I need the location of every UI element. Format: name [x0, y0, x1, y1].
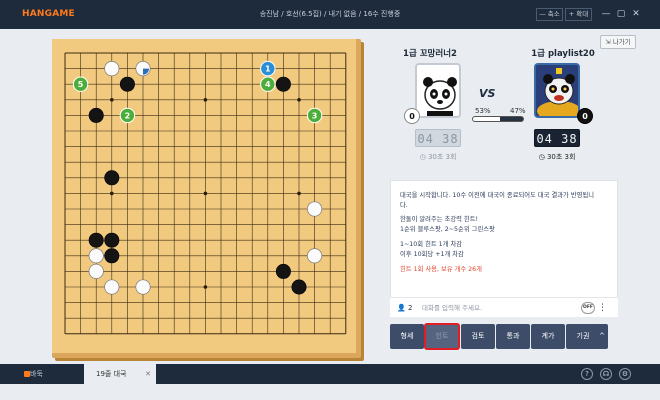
clock-icon: ◷ — [419, 153, 428, 161]
chat-user-count: 👤 2 — [397, 304, 412, 312]
review-button[interactable]: 검토 — [461, 324, 495, 349]
player-right-byoyomi: ◷ 30초 3회 — [527, 152, 587, 162]
star-point — [110, 98, 114, 102]
player-left-avatar[interactable] — [415, 63, 461, 118]
vs-label: VS — [479, 87, 496, 100]
hint-marker-label: 3 — [312, 111, 318, 120]
panda-avatar-icon — [423, 77, 457, 116]
hint-marker-label: 1 — [265, 65, 271, 74]
tab-lobby[interactable]: 바둑 — [20, 364, 80, 384]
black-stone — [104, 170, 120, 186]
go-board[interactable]: 1 2 3 4 5 — [52, 39, 356, 353]
player-left-byoyomi: ◷ 30초 3회 — [408, 152, 468, 162]
black-stone — [88, 232, 104, 248]
expand-button[interactable]: + 확대 — [565, 8, 592, 21]
clock-icon: ◷ — [538, 153, 547, 161]
player-right-name: 1급 playlist20 — [531, 49, 595, 59]
chat-message: 1~10회 힌트 1개 차감 — [400, 241, 463, 248]
black-stone — [88, 107, 104, 123]
white-stone — [307, 201, 323, 217]
tab-game-label: 19줄 대국 — [96, 370, 127, 378]
black-stone — [275, 263, 291, 279]
player-right-timer: 04 38 — [534, 129, 580, 147]
headset-icon[interactable]: ☊ — [600, 368, 612, 380]
star-point — [203, 98, 208, 102]
chat-off-toggle[interactable]: OFF — [581, 302, 595, 314]
chat-message: 이후 10회당 +1개 차감 — [400, 251, 464, 258]
chat-message: 다. — [400, 202, 408, 209]
hint-button[interactable]: 힌트 — [424, 323, 460, 350]
chat-input-row: 👤 2 OFF ⋮ — [390, 297, 618, 317]
chat-message: 1순위 블루스팟, 2~5순위 그린스팟 — [400, 226, 495, 233]
minimize-icon[interactable]: — — [599, 7, 613, 21]
judge-button[interactable]: 형세 — [390, 324, 424, 349]
win-rate-bar — [472, 116, 524, 122]
more-options-icon[interactable]: ⋮ — [598, 301, 607, 315]
black-stone — [119, 76, 135, 92]
tab-close-icon[interactable]: ✕ — [145, 364, 151, 384]
help-icon[interactable]: ? — [581, 368, 593, 380]
panda-gold-avatar-icon — [536, 65, 578, 116]
star-point — [203, 191, 208, 196]
player-left-stone: 0 — [404, 108, 420, 124]
user-count-value: 2 — [407, 304, 413, 312]
win-rate-right: 47% — [510, 107, 526, 115]
white-stone — [104, 279, 120, 295]
user-icon: 👤 — [397, 304, 408, 312]
tab-game[interactable]: 19줄 대국 ✕ — [84, 364, 156, 384]
white-stone — [307, 248, 323, 264]
chat-input[interactable] — [422, 301, 562, 315]
chat-message-hint: 힌트 1회 사용, 보유 개수 26개 — [400, 266, 482, 273]
player-left-name: 1급 꼬망러너2 — [403, 49, 457, 59]
win-rate-left: 53% — [475, 107, 491, 115]
chat-message: 대국을 시작합니다. 10수 이전에 대국이 종료되어도 대국 결과가 반영됩니 — [400, 192, 595, 199]
hint-marker-label: 2 — [125, 111, 131, 120]
maximize-icon[interactable]: ▢ — [614, 7, 628, 21]
player-right-avatar[interactable] — [534, 63, 580, 118]
title-bar: HANGAME 송진남 / 호선(6.5집) / 내기 없음 / 16수 진행중… — [0, 0, 660, 29]
black-stone — [291, 279, 307, 295]
chat-message: 한돌이 알려주는 초강력 힌트! — [400, 216, 479, 223]
count-button[interactable]: 계가 — [531, 324, 565, 349]
shrink-button[interactable]: — 축소 — [536, 8, 563, 21]
hint-marker-label: 5 — [78, 80, 84, 89]
board-grid[interactable]: 1 2 3 4 5 — [52, 39, 356, 353]
white-stone — [88, 263, 104, 279]
player-right-stone: 0 — [577, 108, 593, 124]
go-board-frame: 1 2 3 4 5 — [52, 39, 361, 358]
leave-label: 나가기 — [612, 38, 631, 46]
pass-button[interactable]: 통과 — [496, 324, 530, 349]
gear-icon[interactable]: ⚙ — [619, 368, 631, 380]
byoyomi-left-label: 30초 3회 — [427, 153, 457, 161]
hint-marker-label: 4 — [265, 80, 271, 89]
star-point — [297, 98, 301, 102]
resign-button[interactable]: 기권 — [566, 324, 600, 349]
star-point — [110, 191, 114, 196]
black-stone — [275, 76, 291, 92]
expand-actions-button[interactable]: ^ — [596, 324, 608, 349]
close-icon[interactable]: ✕ — [629, 7, 643, 21]
baduk-tab-icon — [24, 371, 30, 377]
star-point — [297, 191, 301, 196]
tab-lobby-label: 바둑 — [30, 370, 43, 378]
byoyomi-right-label: 30초 3회 — [546, 153, 576, 161]
app-window: HANGAME 송진남 / 호선(6.5집) / 내기 없음 / 16수 진행중… — [0, 0, 660, 400]
white-stone — [104, 61, 120, 77]
win-rate-bar-fill — [473, 117, 500, 121]
bottom-taskbar: 바둑 19줄 대국 ✕ ? ☊ ⚙ — [0, 364, 660, 384]
star-point — [203, 285, 208, 289]
white-stone — [135, 279, 151, 295]
black-stone — [104, 248, 120, 264]
player-left-timer: 04 38 — [415, 129, 461, 147]
white-stone — [88, 248, 104, 264]
black-stone — [104, 232, 120, 248]
